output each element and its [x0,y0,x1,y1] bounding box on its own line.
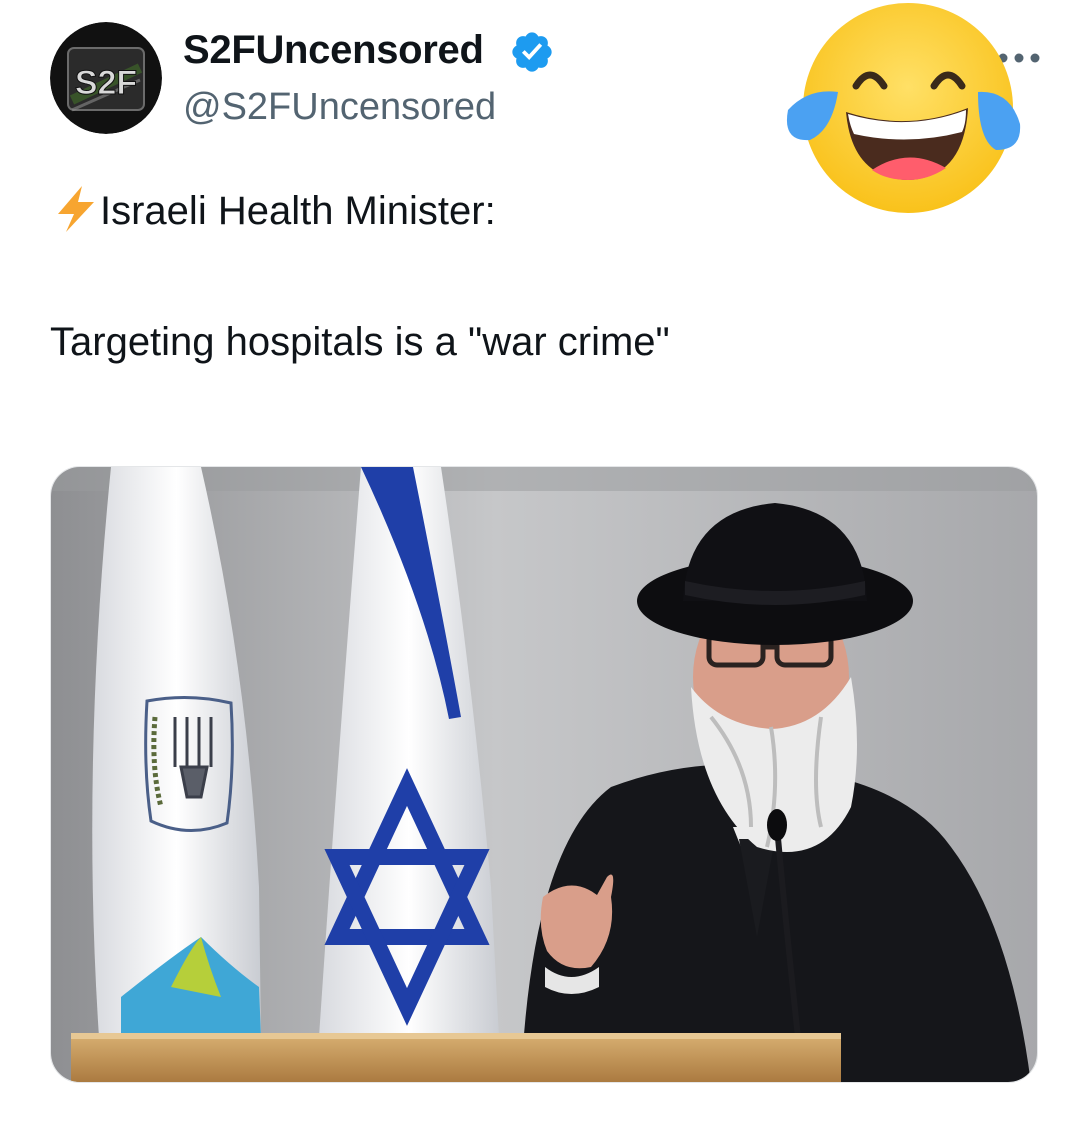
user-handle[interactable]: @S2FUncensored [183,84,496,130]
tweet-headline: Israeli Health Minister: [100,189,496,233]
tweet-text-line1: Israeli Health Minister: [52,184,496,236]
tweet-text-line2: Targeting hospitals is a "war crime" [50,320,670,364]
verified-badge-icon [512,32,552,72]
tears-of-joy-emoji-icon [786,3,1021,213]
tweet-media-photo[interactable] [50,466,1038,1083]
avatar[interactable]: S2F [50,22,162,134]
avatar-text: S2F [75,64,137,102]
photo-health-minister-at-podium [51,467,1037,1082]
s2f-logo-icon: S2F [50,22,162,134]
display-name[interactable]: S2FUncensored [183,26,484,74]
high-voltage-icon [58,186,94,232]
